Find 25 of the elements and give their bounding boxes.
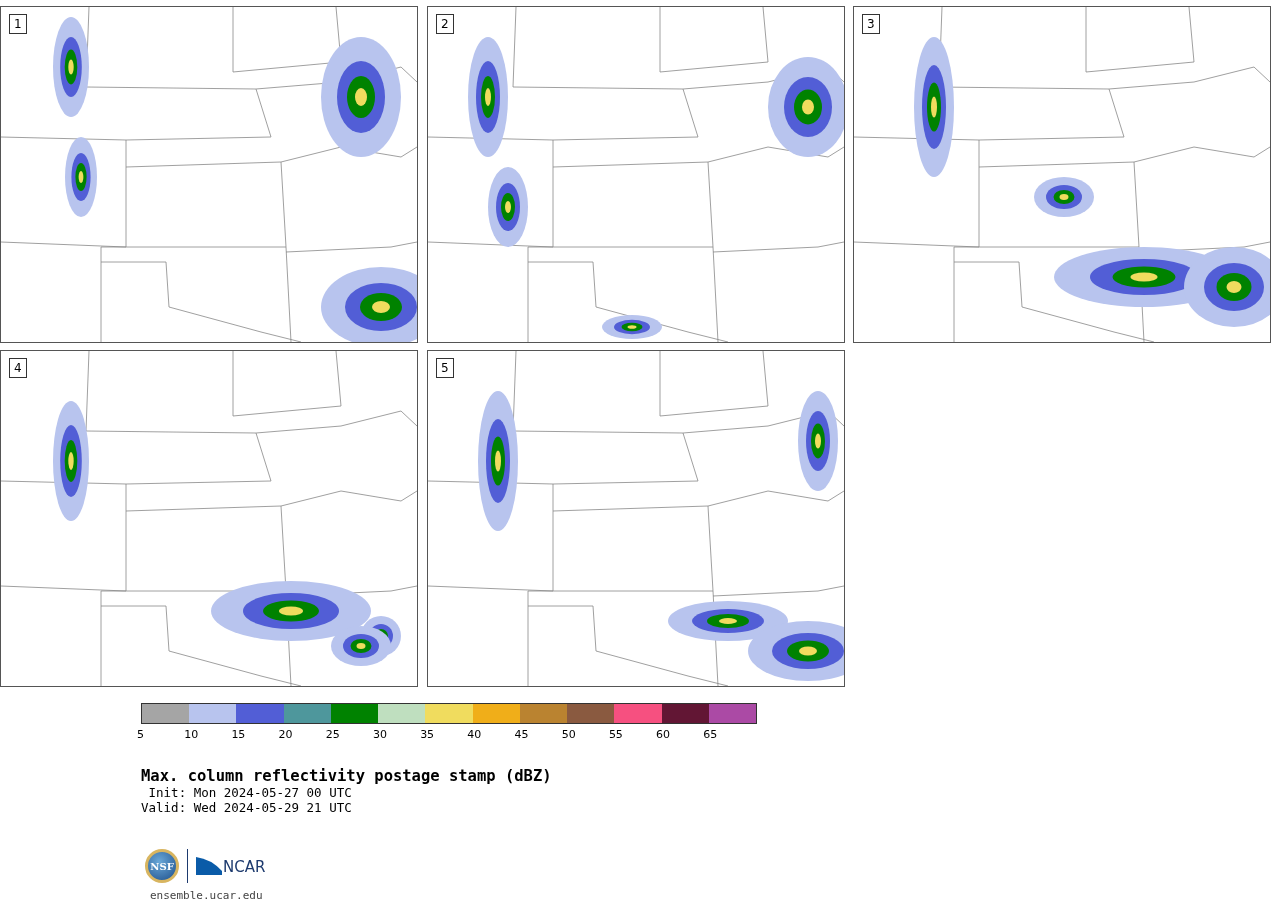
scale-tick-label: 35	[420, 728, 436, 741]
scale-tick-label: 25	[325, 728, 341, 741]
panel-number: 2	[436, 14, 454, 34]
scale-tick-label: 15	[231, 728, 247, 741]
scale-tick-label: 40	[467, 728, 483, 741]
init-time: Init: Mon 2024-05-27 00 UTC	[147, 785, 353, 800]
panel-number: 4	[9, 358, 27, 378]
scale-tick-label: 5	[137, 728, 145, 741]
scale-tick-label: 65	[703, 728, 719, 741]
ncar-swoosh-icon	[196, 857, 222, 875]
scale-tick-label: 45	[514, 728, 530, 741]
panel-number: 5	[436, 358, 454, 378]
chart-title: Max. column reflectivity postage stamp (dBZ)	[141, 767, 553, 785]
scale-tick-label: 10	[184, 728, 200, 741]
scale-tick-label: 50	[561, 728, 577, 741]
scale-tick-label: 60	[656, 728, 672, 741]
panel-number: 1	[9, 14, 27, 34]
scale-tick-label: 20	[278, 728, 294, 741]
nsf-logo: NSF	[145, 849, 179, 883]
scale-tick-label: 30	[372, 728, 388, 741]
ncar-logo-text: NCAR	[223, 860, 266, 875]
scale-tick-label: 55	[608, 728, 624, 741]
panel-number: 3	[862, 14, 880, 34]
site-url: ensemble.ucar.edu	[150, 889, 264, 901]
valid-time: Valid: Wed 2024-05-29 21 UTC	[141, 800, 353, 815]
